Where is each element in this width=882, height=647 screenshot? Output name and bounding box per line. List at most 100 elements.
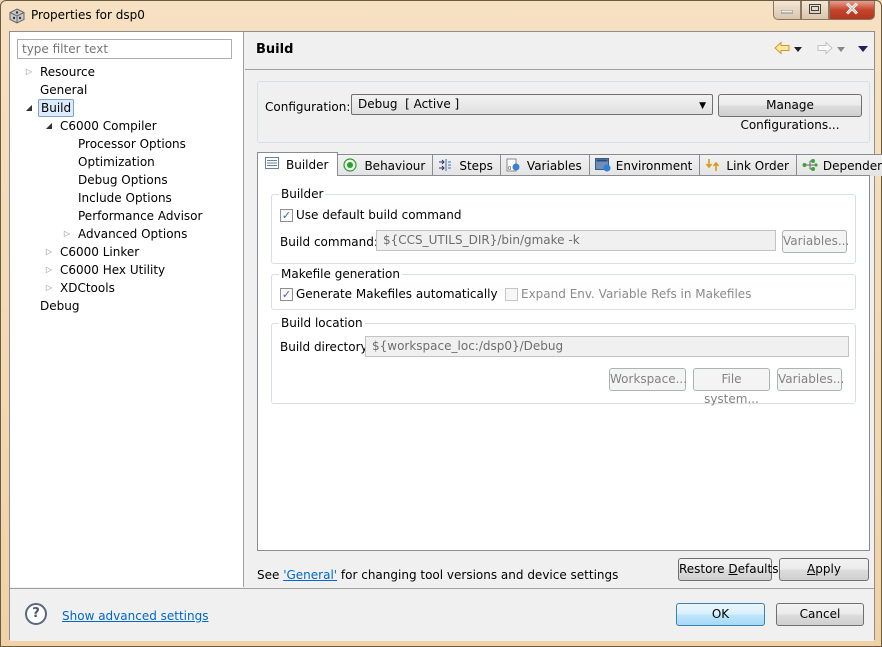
back-arrow-icon[interactable] [774, 40, 790, 58]
view-menu-icon[interactable] [858, 42, 869, 56]
property-page: Build Configuration: Debug [ Active ] ▼ [245, 32, 882, 587]
configuration-label: Configuration: [265, 100, 351, 114]
preference-tree-pane: ▷ Resource General ◢Build◢ C6000 Compiler Pro… [10, 32, 244, 587]
collapsed-triangle-icon[interactable]: ▷ [44, 261, 54, 279]
tab-behaviour[interactable]: Behaviour [338, 154, 434, 176]
workspace-button[interactable]: Workspace... [609, 368, 687, 391]
tree-item[interactable]: ▷ C6000 Hex Utility [10, 261, 243, 279]
general-settings-note: See 'General' for changing tool versions… [257, 568, 618, 582]
page-header: Build [245, 32, 875, 70]
tree-item[interactable]: General [10, 81, 243, 99]
location-variables-button[interactable]: Variables... [777, 368, 844, 391]
generate-makefiles-label: Generate Makefiles automatically [296, 287, 498, 301]
collapsed-triangle-icon[interactable]: ▷ [24, 63, 34, 81]
dialog-client: ▷ResourceGeneral◢Build◢C6000 CompilerPro… [9, 31, 882, 641]
tree-item[interactable]: Optimization [10, 153, 243, 171]
tree-item[interactable]: ◢ C6000 Compiler [10, 117, 243, 135]
tree-item[interactable]: Include Options [10, 189, 243, 207]
title-bar[interactable]: Properties for dsp0 [1, 1, 881, 31]
tab-link-order[interactable]: Link Order [700, 154, 797, 176]
file-system-button[interactable]: File system... [693, 368, 770, 406]
tree-item-label: C6000 Linker [60, 245, 140, 259]
properties-dialog: Properties for dsp0 ▷ResourceGeneral◢Bui… [0, 0, 882, 647]
use-default-build-command-row[interactable]: ✓ Use default build command [280, 208, 462, 222]
tree-item[interactable]: ▷ Advanced Options [10, 225, 243, 243]
forward-arrow-icon[interactable] [817, 40, 833, 58]
tab-dependencies[interactable]: Dependencies [796, 154, 882, 176]
build-location-group-title: Build location [279, 316, 365, 330]
note-prefix: See [257, 568, 284, 582]
back-dropdown-icon[interactable] [794, 42, 803, 56]
tree-item-label: Performance Advisor [78, 209, 203, 223]
tab-bar: Builder Behaviour Steps 0 Variables Environme… [257, 152, 882, 176]
tab-steps[interactable]: Steps [433, 154, 501, 176]
help-icon[interactable]: ? [25, 603, 47, 625]
expand-env-refs-label: Expand Env. Variable Refs in Makefiles [521, 287, 752, 301]
steps-icon [438, 158, 454, 174]
build-command-label: Build command: [280, 235, 378, 249]
builder-group: Builder ✓ Use default build command Buil… [271, 187, 856, 264]
expand-env-refs-row[interactable]: Expand Env. Variable Refs in Makefiles [505, 287, 751, 301]
tree-item[interactable]: ▷ Resource [10, 63, 243, 81]
tab-builder[interactable]: Builder [257, 152, 339, 176]
tab-label: Steps [459, 158, 493, 173]
build-directory-input[interactable]: ${workspace_loc:/dsp0}/Debug [365, 336, 849, 357]
page-title: Build [256, 42, 294, 57]
builder-tab-panel: Builder ✓ Use default build command Buil… [257, 175, 870, 551]
tree-item[interactable]: Debug [10, 297, 243, 315]
dialog-button-bar: ? Show advanced settings OK Cancel [10, 588, 874, 641]
svg-text:0: 0 [508, 166, 511, 172]
tree-item-label: Resource [40, 65, 96, 79]
build-directory-label: Build directory: [280, 340, 371, 354]
close-button[interactable] [829, 1, 875, 20]
maximize-button[interactable] [801, 1, 829, 20]
collapsed-triangle-icon[interactable]: ▷ [44, 279, 54, 297]
generate-makefiles-row[interactable]: ✓ Generate Makefiles automatically [280, 287, 498, 301]
expanded-triangle-icon[interactable]: ◢ [24, 99, 34, 117]
tree-item-label: Debug Options [78, 173, 168, 187]
show-advanced-settings-link[interactable]: Show advanced settings [62, 609, 209, 623]
builder-variables-button[interactable]: Variables... [782, 230, 849, 253]
collapsed-triangle-icon[interactable]: ▷ [62, 225, 72, 243]
tree-item[interactable]: Performance Advisor [10, 207, 243, 225]
collapsed-triangle-icon[interactable]: ▷ [44, 243, 54, 261]
tab-variables[interactable]: 0 Variables [500, 154, 590, 176]
makefile-group-title: Makefile generation [279, 267, 402, 281]
tab-label: Variables [526, 158, 582, 173]
expanded-triangle-icon[interactable]: ◢ [44, 117, 54, 135]
apply-button[interactable]: Apply [779, 558, 869, 581]
builder-group-title: Builder [279, 187, 326, 201]
expand-env-refs-checkbox[interactable] [505, 287, 518, 301]
app-icon [9, 8, 25, 24]
forward-dropdown-icon[interactable] [837, 42, 846, 56]
tree-item-label: C6000 Compiler [60, 119, 157, 133]
general-link[interactable]: 'General' [283, 568, 337, 582]
tree-item[interactable]: Processor Options [10, 135, 243, 153]
cancel-button[interactable]: Cancel [776, 603, 864, 626]
build-command-input[interactable]: ${CCS_UTILS_DIR}/bin/gmake -k [376, 230, 776, 251]
page-navigation [774, 40, 875, 58]
tree-item[interactable]: ▷ C6000 Linker [10, 243, 243, 261]
restore-defaults-button[interactable]: Restore Defaults [678, 558, 778, 581]
configuration-select[interactable]: Debug [ Active ] ▼ [351, 94, 713, 115]
tab-label: Link Order [726, 158, 789, 173]
tree-item[interactable]: ▷ XDCtools [10, 279, 243, 297]
use-default-build-command-label: Use default build command [296, 208, 462, 222]
tree-item-label: Debug [40, 299, 80, 313]
use-default-build-command-checkbox[interactable]: ✓ [280, 208, 293, 222]
restore-mnemonic: D [728, 562, 738, 576]
note-suffix: for changing tool versions and device se… [337, 568, 619, 582]
tab-label: Builder [286, 157, 329, 172]
manage-configurations-button[interactable]: Manage Configurations... [718, 94, 862, 132]
generate-makefiles-checkbox[interactable]: ✓ [280, 287, 293, 301]
tab-label: Behaviour [364, 158, 426, 173]
minimize-button[interactable] [773, 1, 801, 20]
filter-input[interactable] [17, 39, 232, 59]
preference-tree: ▷ Resource General ◢ Build ◢ C6000 Compiler Pro… [10, 63, 243, 315]
tab-environment[interactable]: Environment [589, 154, 701, 176]
tab-label: Environment [615, 158, 693, 173]
tree-item[interactable]: ◢ Build [10, 99, 243, 117]
tree-item[interactable]: Debug Options [10, 171, 243, 189]
ok-button[interactable]: OK [676, 603, 765, 626]
window-title: Properties for dsp0 [31, 8, 145, 22]
